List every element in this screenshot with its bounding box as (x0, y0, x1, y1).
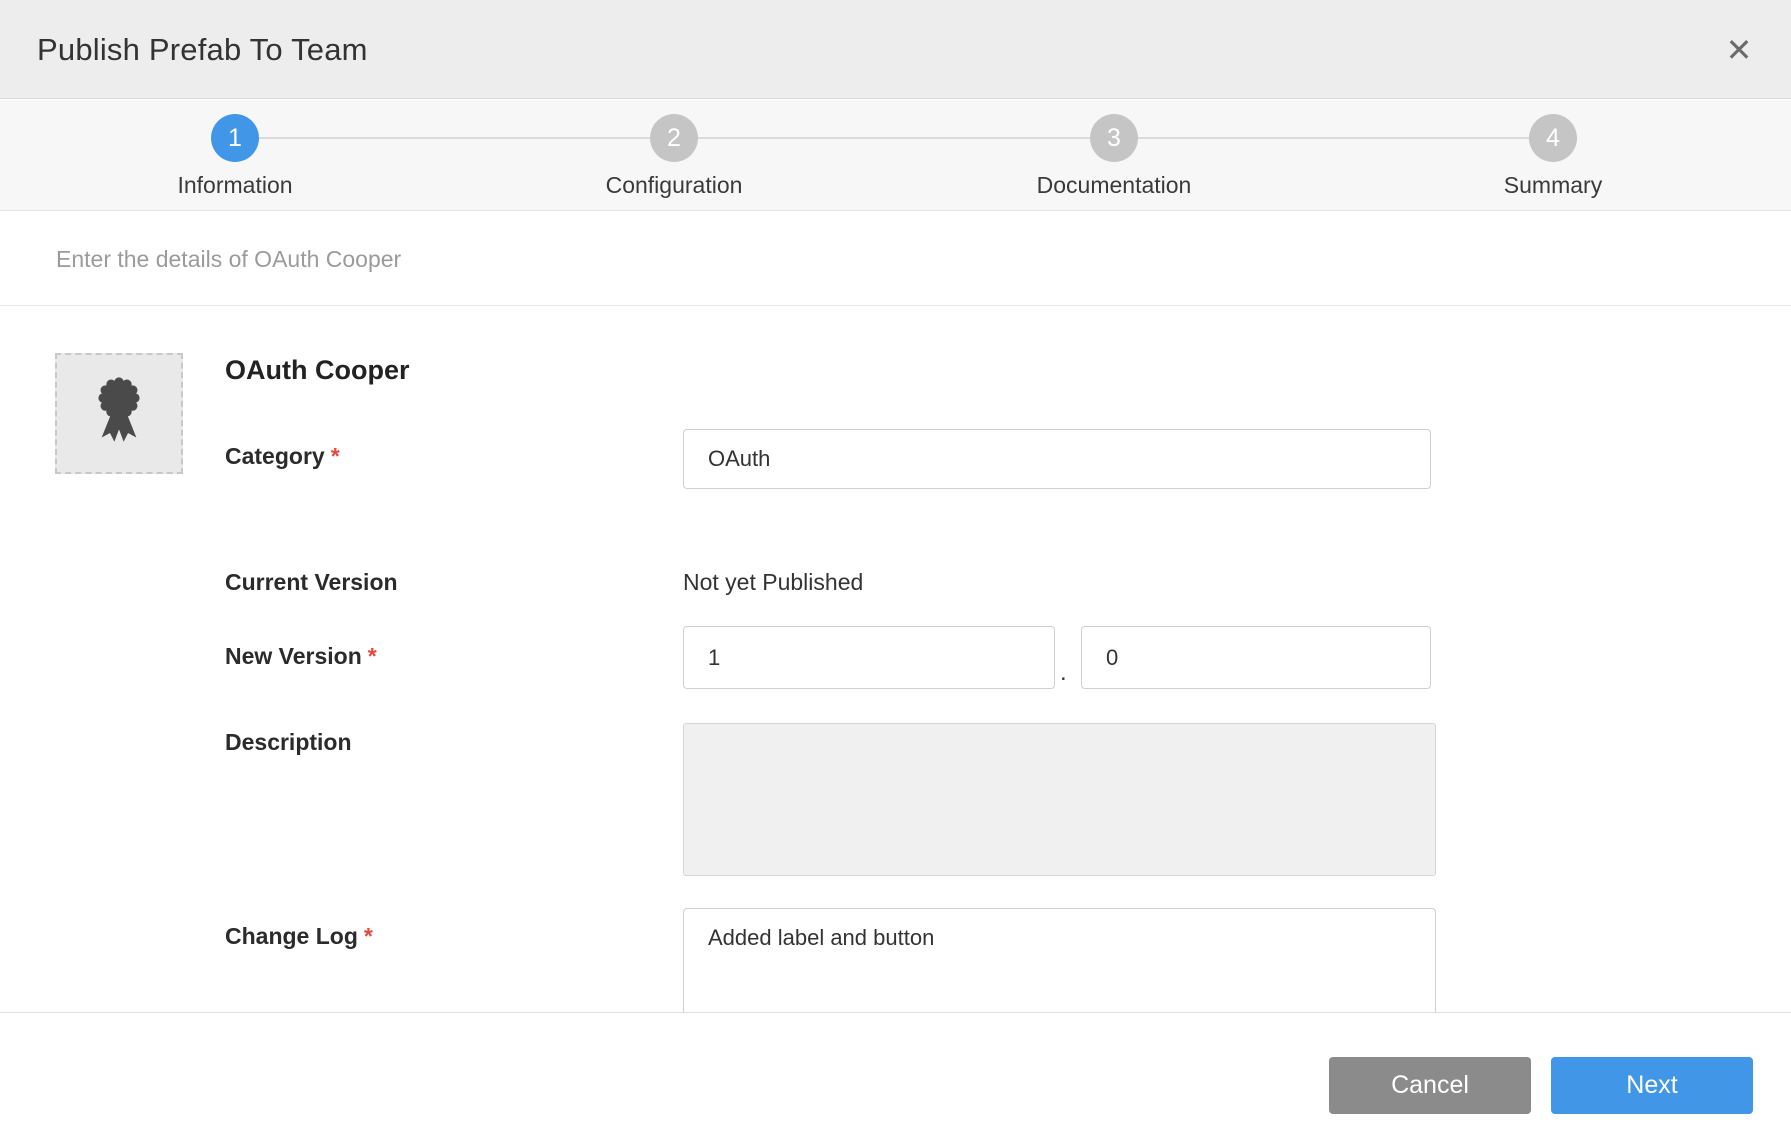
step-description-text: Enter the details of OAuth Cooper (56, 212, 401, 306)
change-log-textarea[interactable]: Added label and button (683, 908, 1436, 1012)
category-input[interactable] (683, 429, 1431, 489)
required-asterisk: * (368, 643, 377, 669)
description-textarea (683, 723, 1436, 876)
current-version-value: Not yet Published (683, 569, 863, 596)
dialog-footer: Cancel Next (0, 1012, 1791, 1140)
change-log-label-text: Change Log (225, 923, 358, 949)
step-1-label: Information (177, 172, 292, 199)
required-asterisk: * (364, 923, 373, 949)
award-ribbon-icon (88, 373, 150, 455)
wizard-stepper: 1 Information 2 Configuration 3 Document… (0, 100, 1791, 211)
category-label: Category* (225, 443, 340, 470)
description-label: Description (225, 729, 352, 756)
version-minor-input[interactable] (1081, 626, 1431, 689)
new-version-label-text: New Version (225, 643, 362, 669)
step-4-label: Summary (1504, 172, 1602, 199)
step-3-circle[interactable]: 3 (1090, 114, 1138, 162)
step-description-band: Enter the details of OAuth Cooper (0, 212, 1791, 306)
step-4-circle[interactable]: 4 (1529, 114, 1577, 162)
current-version-label: Current Version (225, 569, 398, 596)
step-1-circle[interactable]: 1 (211, 114, 259, 162)
category-label-text: Category (225, 443, 325, 469)
prefab-name: OAuth Cooper (225, 355, 409, 386)
change-log-label: Change Log* (225, 923, 373, 950)
step-3-label: Documentation (1037, 172, 1192, 199)
dialog-header: Publish Prefab To Team ✕ (0, 0, 1791, 99)
version-major-input[interactable] (683, 626, 1055, 689)
step-2-circle[interactable]: 2 (650, 114, 698, 162)
cancel-button[interactable]: Cancel (1329, 1057, 1531, 1114)
step-2-label: Configuration (606, 172, 743, 199)
new-version-label: New Version* (225, 643, 377, 670)
publish-prefab-dialog: Publish Prefab To Team ✕ 1 Information 2… (0, 0, 1791, 1140)
stepper-connector-line (235, 137, 1553, 139)
dialog-title: Publish Prefab To Team (37, 0, 368, 99)
version-separator: . (1060, 659, 1067, 687)
form-content: OAuth Cooper Category* Current Version N… (0, 307, 1791, 1012)
next-button[interactable]: Next (1551, 1057, 1753, 1114)
required-asterisk: * (331, 443, 340, 469)
close-icon[interactable]: ✕ (1715, 26, 1763, 74)
prefab-thumbnail[interactable] (55, 353, 183, 474)
